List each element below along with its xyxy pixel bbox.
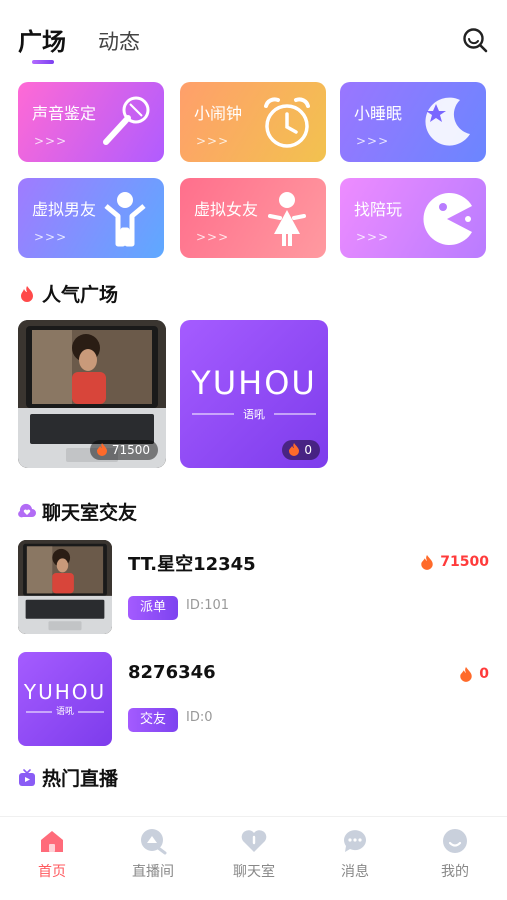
category-virtual-boyfriend[interactable]: 虚拟男友 >>>	[18, 178, 164, 258]
chat-room-tag: 交友	[128, 708, 178, 732]
tab-feed[interactable]: 动态	[98, 26, 140, 56]
chat-room-row[interactable]: TT.星空12345 派单 ID:101 71500	[18, 540, 489, 636]
category-virtual-girlfriend[interactable]: 虚拟女友 >>>	[180, 178, 326, 258]
moon-star-icon	[425, 97, 470, 146]
category-arrows: >>>	[34, 230, 68, 244]
chat-room-id: ID:101	[186, 598, 230, 613]
category-label: 声音鉴定	[32, 104, 97, 123]
section-title-popular: 人气广场	[18, 280, 118, 307]
search-button[interactable]	[461, 26, 489, 54]
nav-label: 直播间	[132, 864, 174, 880]
chat-room-heat: 0	[459, 666, 489, 682]
category-arrows: >>>	[196, 230, 230, 244]
chat-room-row[interactable]: YUHOU 语吼 8276346 交友 ID:0 0	[18, 652, 489, 748]
heat-badge: 71500	[89, 440, 158, 460]
chat-room-thumbnail	[18, 540, 112, 634]
category-alarm-clock[interactable]: 小闹钟 >>>	[180, 82, 326, 162]
flame-icon	[421, 555, 433, 570]
category-find-playmate[interactable]: 找陪玩 >>>	[340, 178, 486, 258]
nav-live-room[interactable]: 直播间	[113, 827, 193, 881]
section-title-text: 人气广场	[42, 284, 119, 306]
flame-icon	[96, 443, 107, 456]
nav-label: 首页	[38, 864, 66, 880]
chat-room-name: TT.星空12345	[128, 554, 256, 575]
alarm-clock-icon	[264, 97, 310, 148]
active-tab-indicator	[32, 60, 54, 64]
bottom-nav-bar: 首页 直播间 聊天室 消息 我的	[0, 816, 507, 900]
girl-icon	[268, 192, 306, 246]
nav-chat-room[interactable]: 聊天室	[214, 827, 294, 881]
home-icon	[41, 831, 63, 852]
section-title-live: 热门直播	[18, 764, 118, 791]
category-arrows: >>>	[356, 134, 390, 148]
nav-profile[interactable]: 我的	[415, 827, 495, 881]
tv-play-icon	[19, 769, 35, 786]
chat-room-name: 8276346	[128, 662, 216, 683]
room-cover-photo	[18, 540, 112, 634]
brand-logo-subtext: 语吼	[55, 707, 74, 717]
message-bubble-icon	[344, 830, 366, 852]
section-title-chat: 聊天室交友	[18, 498, 137, 525]
nav-home[interactable]: 首页	[12, 827, 92, 881]
brand-logo-text: YUHOU	[191, 364, 317, 402]
nav-label: 聊天室	[233, 864, 275, 880]
flame-icon	[460, 667, 472, 682]
live-broadcast-icon	[141, 829, 167, 855]
popular-tile[interactable]: YUHOU 语吼 0	[180, 320, 328, 468]
chat-room-id: ID:0	[186, 710, 213, 725]
category-sleep[interactable]: 小睡眠 >>>	[340, 82, 486, 162]
popular-tile[interactable]: 71500	[18, 320, 166, 468]
category-label: 虚拟男友	[32, 200, 97, 219]
chat-room-heat: 71500	[420, 554, 489, 570]
category-label: 小睡眠	[354, 104, 403, 123]
search-icon	[463, 28, 488, 53]
flame-icon	[289, 443, 300, 456]
heat-value: 0	[304, 443, 312, 457]
category-label: 找陪玩	[354, 200, 403, 219]
boy-icon	[104, 192, 146, 247]
pacman-icon	[423, 193, 472, 245]
category-label: 虚拟女友	[194, 200, 259, 219]
brand-logo-subtext: 语吼	[243, 408, 265, 421]
section-title-text: 热门直播	[42, 768, 119, 790]
nav-label: 我的	[441, 864, 469, 880]
chat-heart-icon	[18, 503, 36, 518]
category-voice-appraisal[interactable]: 声音鉴定 >>>	[18, 82, 164, 162]
tab-square[interactable]: 广场	[18, 22, 66, 57]
top-tab-bar: 广场 动态	[18, 22, 489, 72]
section-title-text: 聊天室交友	[42, 502, 138, 524]
category-arrows: >>>	[196, 134, 230, 148]
brand-logo-text: YUHOU	[23, 680, 107, 704]
heart-chat-icon	[241, 830, 267, 852]
heat-value: 71500	[111, 443, 150, 457]
heat-value: 0	[479, 666, 489, 682]
nav-messages[interactable]: 消息	[315, 827, 395, 881]
flame-icon	[21, 286, 33, 302]
heat-value: 71500	[440, 554, 489, 570]
heat-badge: 0	[282, 440, 320, 460]
nav-label: 消息	[341, 864, 369, 880]
category-arrows: >>>	[34, 134, 68, 148]
category-arrows: >>>	[356, 230, 390, 244]
chat-room-thumbnail: YUHOU 语吼	[18, 652, 112, 746]
category-grid: 声音鉴定 >>> 小闹钟 >>> 小睡眠 >>> 虚拟男友 >>> 虚拟女友 >…	[18, 82, 488, 262]
profile-face-icon	[443, 829, 467, 853]
chat-room-tag: 派单	[128, 596, 178, 620]
category-label: 小闹钟	[194, 104, 243, 123]
microphone-icon	[103, 96, 150, 145]
